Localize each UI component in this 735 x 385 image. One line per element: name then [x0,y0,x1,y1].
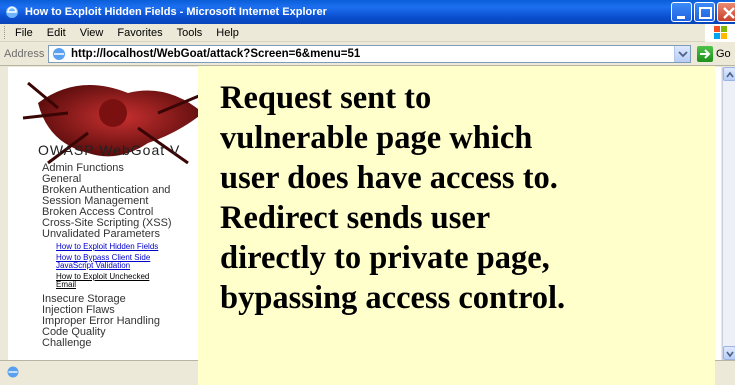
link-email[interactable]: Email [42,281,172,289]
address-dropdown-button[interactable] [674,46,690,62]
close-icon [723,7,735,19]
link-exploit-hidden-fields[interactable]: How to Exploit Hidden Fields [42,243,172,251]
address-url: http://localhost/WebGoat/attack?Screen=6… [71,48,361,60]
callout-line-6: bypassing access control. [220,280,566,316]
link-javascript-validation[interactable]: JavaScript Validation [42,262,172,270]
menu-bar: File Edit View Favorites Tools Help [0,24,735,42]
windows-logo-icon [705,24,735,42]
maximize-button[interactable] [694,2,715,22]
menu-tools[interactable]: Tools [177,27,203,39]
window-title: How to Exploit Hidden Fields - Microsoft… [25,6,327,18]
menu-view[interactable]: View [80,27,104,39]
go-arrow-icon [697,46,713,62]
nav-unvalidated-parameters[interactable]: Unvalidated Parameters [42,229,172,240]
chevron-down-icon [726,351,734,358]
maximize-icon [699,7,712,19]
close-button[interactable] [717,2,735,22]
browser-window: How to Exploit Hidden Fields - Microsoft… [0,0,735,385]
go-label: Go [716,48,731,60]
address-label: Address [4,47,45,60]
toolbar-grip[interactable] [4,26,7,39]
address-input[interactable]: http://localhost/WebGoat/attack?Screen=6… [48,45,691,63]
callout-line-1: Request sent to [220,80,432,116]
minimize-icon [677,16,685,19]
callout-line-3: user does have access to. [220,160,558,196]
menu-edit[interactable]: Edit [47,27,66,39]
vertical-scrollbar[interactable] [722,67,735,360]
chevron-down-icon [678,51,688,58]
minimize-button[interactable] [671,2,692,22]
lesson-navigation: Admin Functions General Broken Authentic… [42,163,172,349]
webgoat-logo [18,73,208,173]
scroll-down-button[interactable] [723,346,735,360]
annotation-callout: Request sent to vulnerable page which us… [198,66,715,385]
scroll-up-button[interactable] [723,67,735,81]
nav-challenge[interactable]: Challenge [42,338,172,349]
menu-favorites[interactable]: Favorites [117,27,162,39]
page-icon [53,48,65,60]
internet-explorer-icon [6,6,18,18]
address-bar: Address http://localhost/WebGoat/attack?… [0,42,735,66]
title-bar[interactable]: How to Exploit Hidden Fields - Microsoft… [0,0,735,24]
menu-file[interactable]: File [15,27,33,39]
callout-line-2: vulnerable page which [220,120,533,156]
menu-help[interactable]: Help [216,27,239,39]
go-button[interactable]: Go [697,46,731,62]
webgoat-title: OWASP WebGoat V [38,142,181,158]
page-status-icon [7,366,19,378]
callout-line-5: directly to private page, [220,240,550,276]
callout-line-4: Redirect sends user [220,200,491,236]
chevron-up-icon [726,71,734,78]
